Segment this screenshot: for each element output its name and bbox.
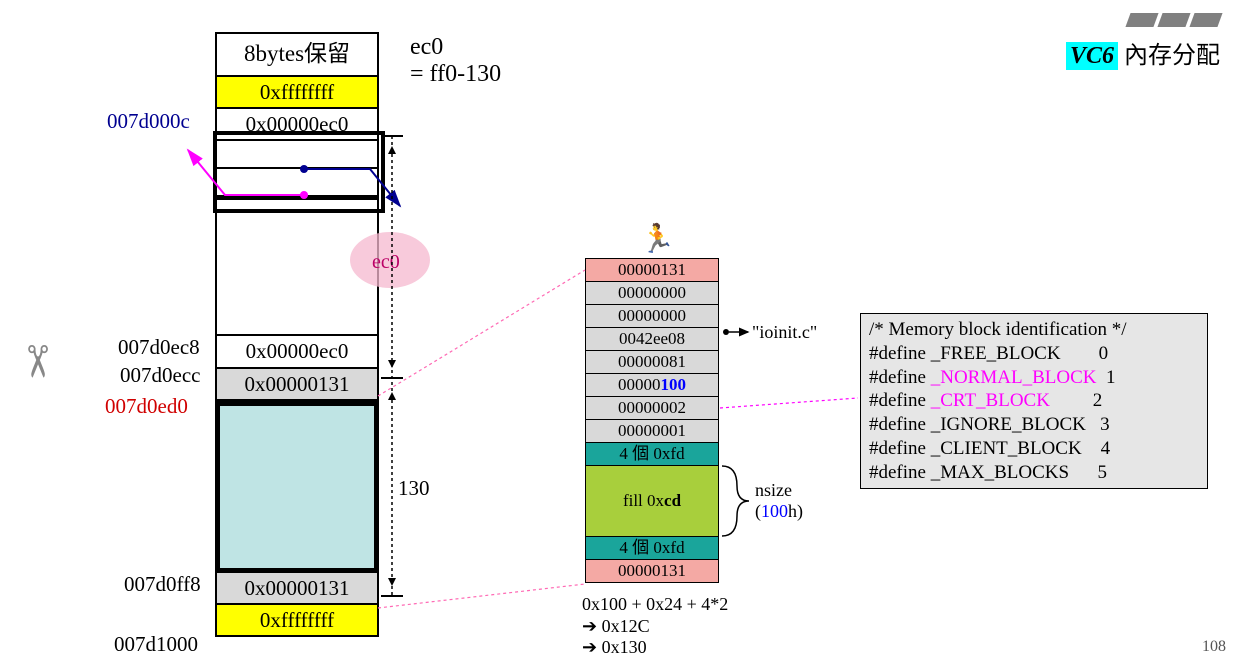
addr-007d0ff8: 007d0ff8: [124, 572, 201, 597]
size-calc: 0x100 + 0x24 + 4*2 ➔ 0x12C ➔ 0x130: [582, 594, 728, 659]
crt-block: 00000131 00000000 00000000 0042ee08 0000…: [585, 258, 719, 583]
blk-fill-cd: fill 0xcd: [586, 465, 718, 536]
code-free: #define _FREE_BLOCK 0: [869, 342, 1199, 366]
title-rest: 內存分配: [1118, 43, 1220, 69]
page-number: 108: [1202, 638, 1226, 656]
addr-007d0ecc: 007d0ecc: [120, 363, 200, 388]
node-blue: [300, 165, 308, 173]
title: VC6 內存分配: [1066, 42, 1220, 70]
cell-reserved: 8bytes保留: [217, 34, 377, 75]
title-vc6: VC6: [1066, 42, 1118, 70]
addr-007d1000: 007d1000: [114, 632, 198, 657]
nsize-label: nsize (100h): [755, 480, 803, 522]
addr-007d0ed0: 007d0ed0: [105, 394, 188, 419]
decorative-bars: [1066, 10, 1220, 33]
cell-ffff-bot: 0xffffffff: [217, 603, 377, 635]
blk-00000002: 00000002: [586, 396, 718, 419]
code-ignore: #define _IGNORE_BLOCK 3: [869, 413, 1199, 437]
blk-00000000-2: 00000000: [586, 304, 718, 327]
ec0-note-line1: ec0: [410, 34, 443, 60]
cell-131-1: 0x00000131: [217, 367, 377, 404]
blk-00000081: 00000081: [586, 350, 718, 373]
cell-131-2: 0x00000131: [217, 568, 377, 603]
blk-00000131-bot: 00000131: [586, 559, 718, 582]
cell-ffff-top: 0xffffffff: [217, 75, 377, 107]
runner-icon: 🏃: [640, 222, 675, 256]
node-magenta: [300, 191, 308, 199]
blk-4fd-bot: 4 個 0xfd: [586, 536, 718, 559]
pointer-box: [213, 131, 385, 213]
span-130-label: 130: [398, 476, 430, 501]
cell-user-data: [217, 404, 377, 568]
memory-stack: 8bytes保留 0xffffffff 0x00000ec0 0x00000ec…: [215, 32, 379, 637]
cell-ec0-2: 0x00000ec0: [217, 334, 377, 366]
blk-00000100: 00000100: [586, 373, 718, 396]
cell-gap: [217, 195, 377, 334]
code-crt: #define _CRT_BLOCK 2: [869, 389, 1199, 413]
code-comment: /* Memory block identification */: [869, 318, 1199, 342]
blk-4fd-top: 4 個 0xfd: [586, 442, 718, 465]
addr-007d0ec8: 007d0ec8: [118, 335, 200, 360]
ec0-note-line2: = ff0-130: [410, 61, 501, 87]
blk-00000000-1: 00000000: [586, 281, 718, 304]
blk-00000001: 00000001: [586, 419, 718, 442]
ec0-note: ec0 = ff0-130: [410, 34, 501, 88]
title-block: VC6 內存分配: [1066, 10, 1220, 70]
code-block: /* Memory block identification */ #defin…: [860, 313, 1208, 489]
addr-007d000c: 007d000c: [107, 109, 190, 134]
scissors-icon: ✂: [11, 343, 62, 380]
code-normal: #define _NORMAL_BLOCK 1: [869, 366, 1199, 390]
code-max: #define _MAX_BLOCKS 5: [869, 461, 1199, 485]
ioinit-label: "ioinit.c": [752, 322, 817, 343]
code-client: #define _CLIENT_BLOCK 4: [869, 437, 1199, 461]
blk-0042ee08: 0042ee08: [586, 327, 718, 350]
blk-00000131-top: 00000131: [586, 259, 718, 281]
